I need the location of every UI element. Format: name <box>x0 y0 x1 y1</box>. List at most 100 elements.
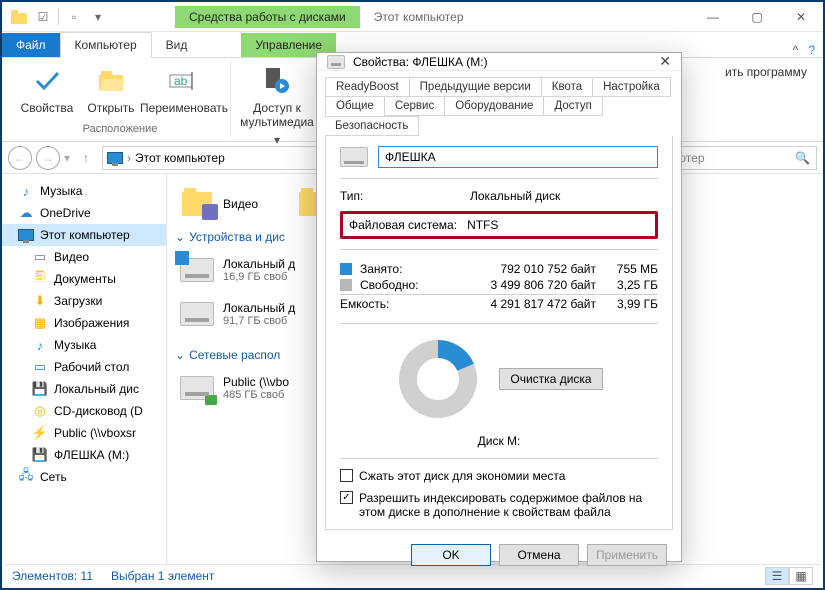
dialog-tab[interactable]: Доступ <box>544 96 602 116</box>
tab-view[interactable]: Вид <box>152 33 202 57</box>
tab-computer[interactable]: Компьютер <box>60 32 152 58</box>
qat-props-icon[interactable]: ☑ <box>32 6 54 28</box>
tree-item-icon: ♪ <box>32 337 48 353</box>
disk-cleanup-button[interactable]: Очистка диска <box>499 368 602 390</box>
ribbon-open-button[interactable]: Открыть <box>80 62 142 118</box>
compress-label: Сжать этот диск для экономии места <box>359 469 565 483</box>
dialog-tab[interactable]: Общие <box>325 96 385 116</box>
tree-item-icon: ☁ <box>18 205 34 221</box>
compress-checkbox[interactable] <box>340 469 353 482</box>
dialog-tab[interactable]: Предыдущие версии <box>410 77 542 97</box>
folder-item[interactable]: Видео <box>175 182 262 226</box>
drive-freespace: 16,9 ГБ своб <box>223 271 295 283</box>
drive-icon <box>327 55 345 69</box>
tree-item-label: Видео <box>54 250 89 264</box>
tree-item-label: Документы <box>54 272 116 286</box>
filesystem-highlight: Файловая система: NTFS <box>340 211 658 239</box>
index-label: Разрешить индексировать содержимое файло… <box>359 491 658 519</box>
breadcrumb-item[interactable]: Этот компьютер <box>135 151 225 165</box>
tree-item-icon: ▭ <box>32 359 48 375</box>
filesystem-value: NTFS <box>467 218 498 232</box>
ribbon-collapse-icon[interactable]: ^ <box>793 43 799 57</box>
tree-item[interactable]: 💾ФЛЕШКА (M:) <box>2 444 166 466</box>
tree-item-label: Изображения <box>54 316 129 330</box>
tree-item-label: ФЛЕШКА (M:) <box>54 448 129 462</box>
ribbon-change-program-button[interactable]: ить программу <box>723 62 809 82</box>
close-button[interactable]: ✕ <box>779 2 823 32</box>
ribbon-properties-button[interactable]: Свойства <box>16 62 78 118</box>
view-icons-button[interactable]: ▦ <box>789 567 813 585</box>
index-checkbox[interactable]: ✓ <box>340 491 353 504</box>
view-details-button[interactable]: ☰ <box>765 567 789 585</box>
used-label: Занято: <box>360 262 430 276</box>
dialog-tab[interactable]: Сервис <box>385 96 445 116</box>
capacity-human: 3,99 ГБ <box>604 297 658 311</box>
tree-item[interactable]: ▦Изображения <box>2 312 166 334</box>
capacity-bytes: 4 291 817 472 байт <box>430 297 596 311</box>
tree-item-label: Музыка <box>54 338 96 352</box>
network-drive-label: Public (\\vbo <box>223 375 289 389</box>
tree-item[interactable]: ♪Музыка <box>2 180 166 202</box>
ribbon-media-access-button[interactable]: Доступ к мультимедиа▾ <box>237 62 317 150</box>
chevron-right-icon: › <box>127 151 131 165</box>
tree-item-icon: ⚡ <box>32 425 48 441</box>
dialog-tab[interactable]: Оборудование <box>445 96 544 116</box>
rename-icon: ab <box>168 65 200 97</box>
help-icon[interactable]: ? <box>808 43 815 57</box>
volume-name-input[interactable] <box>378 146 658 168</box>
cancel-button[interactable]: Отмена <box>499 544 579 566</box>
tree-item-icon: ▭ <box>32 249 48 265</box>
qat-dropdown-icon[interactable]: ▾ <box>87 6 109 28</box>
tree-item[interactable]: ▭ Видео <box>2 246 166 268</box>
drive-large-icon <box>340 147 368 167</box>
checkmark-icon <box>31 65 63 97</box>
tree-item-label: Сеть <box>40 470 67 484</box>
apply-button[interactable]: Применить <box>587 544 667 566</box>
dialog-tab[interactable]: Настройка <box>593 77 671 97</box>
type-label: Тип: <box>340 189 460 203</box>
tree-item[interactable]: ⚡Public (\\vboxsr <box>2 422 166 444</box>
maximize-button[interactable]: ▢ <box>735 2 779 32</box>
dialog-close-button[interactable]: ✕ <box>659 53 671 70</box>
nav-history-dropdown[interactable]: ▾ <box>64 151 70 165</box>
navigation-tree[interactable]: ♪Музыка☁OneDriveЭтот компьютер▭Видео🖺Док… <box>2 174 167 566</box>
tree-item[interactable]: ⬇Загрузки <box>2 290 166 312</box>
tree-item[interactable]: 🖺Документы <box>2 268 166 290</box>
free-human: 3,25 ГБ <box>604 278 658 292</box>
chevron-down-icon: ⌄ <box>175 348 185 362</box>
usage-donut-chart <box>395 336 481 422</box>
nav-up-button[interactable]: ↑ <box>74 146 98 170</box>
status-selection: Выбран 1 элемент <box>111 569 214 583</box>
tree-item-icon <box>18 227 34 243</box>
tree-item[interactable]: ☁OneDrive <box>2 202 166 224</box>
tree-item[interactable]: ♪ Музыка <box>2 334 166 356</box>
dialog-tab[interactable]: Безопасность <box>325 116 419 136</box>
ok-button[interactable]: OK <box>411 544 491 566</box>
dialog-tab[interactable]: ReadyBoost <box>325 77 410 97</box>
folder-icon <box>179 186 215 222</box>
tree-item-icon: ⬇ <box>32 293 48 309</box>
drive-icon <box>179 296 215 332</box>
ribbon-rename-button[interactable]: abПереименовать <box>144 62 224 118</box>
tree-item-label: Рабочий стол <box>54 360 129 374</box>
network-drive-icon <box>179 370 215 406</box>
qat-newfolder-icon[interactable]: ▫ <box>63 6 85 28</box>
tree-item-label: Локальный дис <box>54 382 139 396</box>
dialog-tab[interactable]: Квота <box>542 77 593 97</box>
network-drive-freespace: 485 ГБ своб <box>223 389 289 401</box>
nav-forward-button[interactable]: → <box>36 146 60 170</box>
media-icon <box>261 65 293 97</box>
tree-item[interactable]: 💾 Локальный дис <box>2 378 166 400</box>
tree-item[interactable]: Этот компьютер <box>2 224 166 246</box>
minimize-button[interactable]: — <box>691 2 735 32</box>
capacity-label: Емкость: <box>340 297 422 311</box>
tree-item-label: CD-дисковод (D <box>54 404 143 418</box>
tree-item[interactable]: ◎ CD-дисковод (D <box>2 400 166 422</box>
tab-file[interactable]: Файл <box>2 33 60 57</box>
tree-item[interactable]: ▭ Рабочий стол <box>2 356 166 378</box>
tree-item-icon: 💾 <box>32 381 48 397</box>
nav-back-button[interactable]: ← <box>8 146 32 170</box>
pc-icon <box>107 152 123 164</box>
tree-item-icon: ◎ <box>32 403 48 419</box>
tree-item[interactable]: 🖧Сеть <box>2 466 166 488</box>
